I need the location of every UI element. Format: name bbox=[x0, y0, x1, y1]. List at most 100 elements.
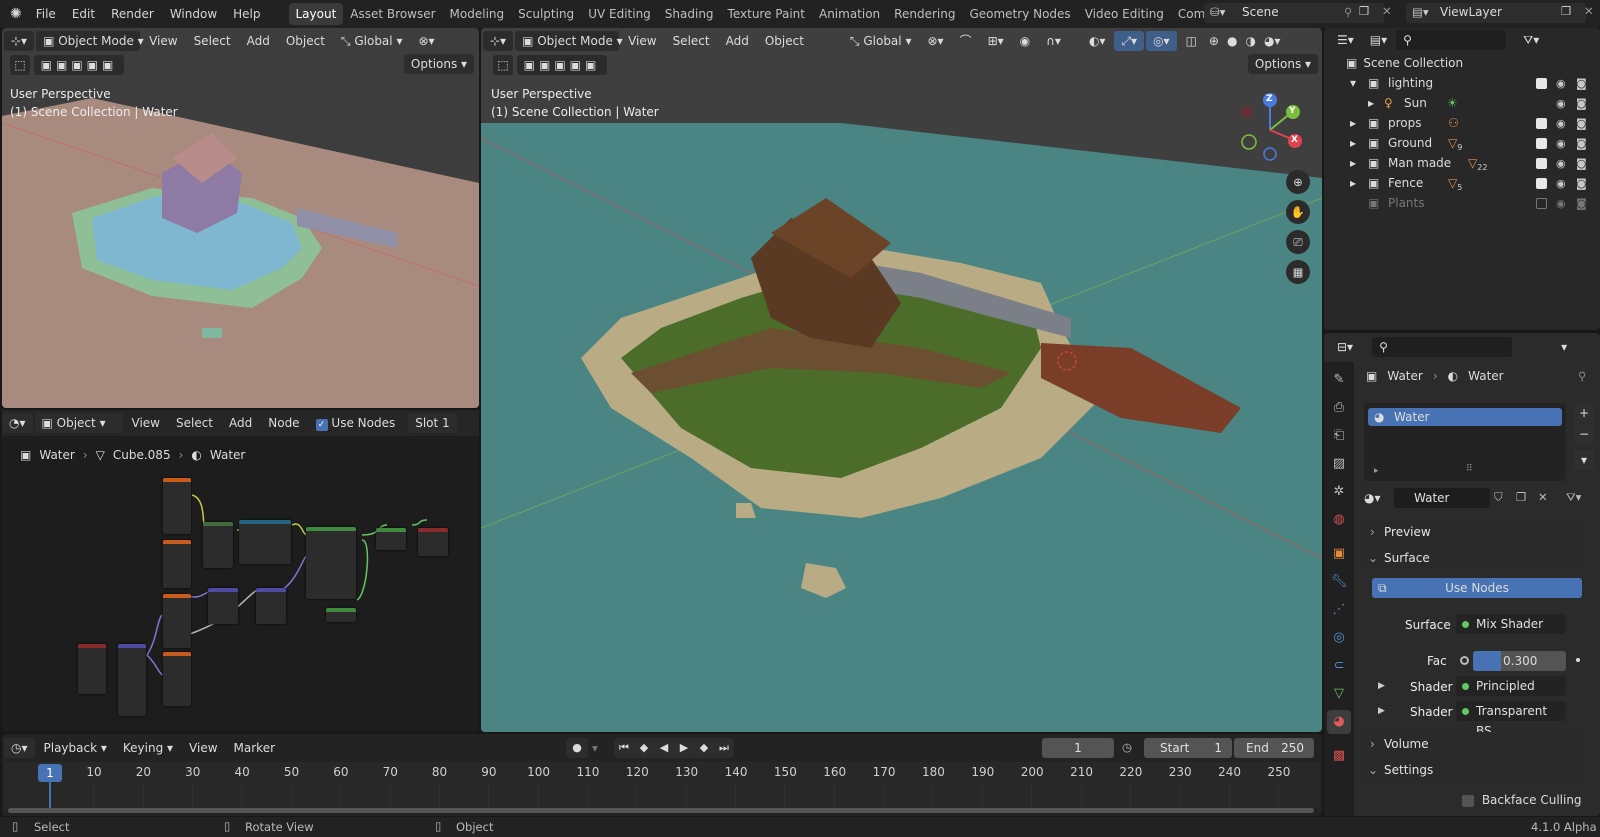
node-menu-add[interactable]: Add bbox=[222, 413, 259, 433]
scene-tab-icon[interactable]: ✲ bbox=[1327, 480, 1351, 504]
outliner-item-man-made[interactable]: ▸ ▣ Man made ▽ 22 ◉ ◙ bbox=[1350, 152, 1590, 174]
section-surface[interactable]: ⌄ Surface bbox=[1360, 546, 1582, 570]
node-transparent[interactable] bbox=[326, 608, 356, 622]
left-menu-object[interactable]: Object bbox=[279, 31, 332, 51]
pan-hand-icon[interactable]: ✋ bbox=[1286, 200, 1310, 224]
exclude-checkbox[interactable] bbox=[1536, 177, 1547, 189]
tab-sculpting[interactable]: Sculpting bbox=[511, 3, 581, 25]
main-menu-view[interactable]: View bbox=[621, 31, 663, 51]
main-options-dropdown[interactable]: Options ▾ bbox=[1248, 54, 1318, 74]
remove-slot-button[interactable]: − bbox=[1574, 424, 1594, 444]
left-menu-select[interactable]: Select bbox=[187, 31, 238, 51]
node-mix-shader[interactable] bbox=[376, 528, 406, 550]
play-reverse-icon[interactable]: ◀ bbox=[654, 738, 674, 758]
jump-start-icon[interactable]: ⏮ bbox=[614, 738, 634, 758]
eye-icon[interactable]: ◉ bbox=[1556, 117, 1566, 130]
delete-view-layer-icon[interactable]: ✕ bbox=[1584, 4, 1594, 18]
tab-layout[interactable]: Layout bbox=[288, 3, 344, 25]
filter-icon[interactable]: ⛛▾ bbox=[1516, 30, 1546, 50]
blender-logo-icon[interactable]: ✺ bbox=[0, 0, 28, 28]
xray-icon[interactable]: ◫ bbox=[1179, 31, 1204, 51]
left-mode-dropdown[interactable]: ▣ Object Mode ▾ bbox=[36, 31, 144, 51]
output-tab-icon[interactable]: ⎗ bbox=[1327, 424, 1351, 448]
exclude-checkbox[interactable] bbox=[1536, 197, 1547, 209]
left-menu-view[interactable]: View bbox=[142, 31, 184, 51]
new-scene-icon[interactable]: ❐ bbox=[1359, 4, 1369, 18]
node-vector-a[interactable] bbox=[208, 588, 238, 624]
main-menu-select[interactable]: Select bbox=[666, 31, 717, 51]
auto-keying-button[interactable]: ● bbox=[566, 738, 588, 758]
snap-icon[interactable]: ⌒ bbox=[953, 31, 979, 51]
tab-shading[interactable]: Shading bbox=[658, 3, 721, 25]
breadcrumb-object[interactable]: Water bbox=[39, 448, 74, 462]
left-orientation-dropdown[interactable]: ⤡ Global ▾ bbox=[334, 31, 410, 51]
tab-geometry-nodes[interactable]: Geometry Nodes bbox=[962, 3, 1077, 25]
select-mode-new-icon[interactable]: ▣▣▣▣▣ bbox=[34, 55, 124, 75]
list-resize-handle[interactable]: ⠿ bbox=[1466, 464, 1473, 474]
modifier-tab-icon[interactable]: 🔧︎ bbox=[1327, 570, 1351, 594]
main-orientation-dropdown[interactable]: ⤡ Global ▾ bbox=[843, 31, 919, 51]
breadcrumb-material[interactable]: Water bbox=[210, 448, 245, 462]
main-menu-object[interactable]: Object bbox=[758, 31, 811, 51]
eye-icon[interactable]: ◉ bbox=[1556, 197, 1566, 210]
shading-solid-icon[interactable]: ● bbox=[1224, 31, 1240, 51]
node-geometry-a[interactable] bbox=[78, 644, 106, 694]
eye-icon[interactable]: ◉ bbox=[1556, 77, 1566, 90]
node-principled[interactable] bbox=[306, 527, 356, 599]
visibility-icon[interactable]: ◐▾ bbox=[1082, 31, 1113, 51]
jump-end-icon[interactable]: ⏭ bbox=[714, 738, 734, 758]
node-math[interactable] bbox=[239, 520, 291, 564]
node-mapping[interactable] bbox=[163, 540, 191, 588]
shader1-field[interactable]: Principled BSDF bbox=[1456, 676, 1566, 713]
menu-window[interactable]: Window bbox=[162, 0, 225, 28]
camera-icon[interactable]: ◙ bbox=[1576, 137, 1587, 150]
shading-rendered-icon[interactable]: ◕▾ bbox=[1261, 31, 1284, 51]
view-layer-tab-icon[interactable]: ▨ bbox=[1327, 452, 1351, 476]
material-name-field[interactable]: Water bbox=[1394, 488, 1490, 508]
shading-material-icon[interactable]: ◑ bbox=[1242, 31, 1258, 51]
constraints-tab-icon[interactable]: ⊂ bbox=[1327, 654, 1351, 678]
main-mode-dropdown[interactable]: ▣ Object Mode ▾ bbox=[515, 31, 623, 51]
gizmo-toggle-icon[interactable]: ⤢▾ bbox=[1114, 31, 1145, 51]
fake-user-icon[interactable]: ⛉ bbox=[1494, 490, 1503, 505]
node-noise-a[interactable] bbox=[163, 594, 191, 648]
node-texcoord[interactable] bbox=[163, 478, 191, 534]
timeline-type-icon[interactable]: ◷▾ bbox=[4, 738, 35, 758]
menu-help[interactable]: Help bbox=[225, 0, 268, 28]
eye-icon[interactable]: ◉ bbox=[1556, 157, 1566, 170]
camera-icon[interactable]: ◙ bbox=[1576, 197, 1587, 210]
slot-specials-button[interactable]: ▾ bbox=[1574, 450, 1594, 470]
overlay-toggle-icon[interactable]: ◎▾ bbox=[1146, 31, 1177, 51]
node-type-dropdown[interactable]: ▣ Object ▾ bbox=[34, 413, 123, 433]
outliner-item-plants[interactable]: ▣ Plants ◉ ◙ bbox=[1350, 192, 1590, 214]
eye-icon[interactable]: ◉ bbox=[1556, 137, 1566, 150]
tab-asset-browser[interactable]: Asset Browser bbox=[343, 3, 442, 25]
new-view-layer-icon[interactable]: ❐ bbox=[1561, 4, 1571, 18]
menu-file[interactable]: File bbox=[28, 0, 64, 28]
display-mode-icon[interactable]: ▤▾ bbox=[1363, 30, 1394, 50]
jump-keyframe-back-icon[interactable]: ◆ bbox=[634, 738, 654, 758]
shading-wireframe-icon[interactable]: ⊕ bbox=[1206, 31, 1222, 51]
camera-icon[interactable]: ◙ bbox=[1576, 97, 1587, 110]
fac-slider[interactable]: 0.300 bbox=[1473, 651, 1566, 671]
section-settings[interactable]: ⌄ Settings bbox=[1360, 758, 1582, 782]
shader1-expand-icon[interactable]: ▶ bbox=[1378, 681, 1385, 691]
node-noise-b[interactable] bbox=[163, 652, 191, 706]
shader2-expand-icon[interactable]: ▶ bbox=[1378, 706, 1385, 716]
tab-video-editing[interactable]: Video Editing bbox=[1078, 3, 1171, 25]
use-nodes-button[interactable]: ⧉ Use Nodes bbox=[1372, 578, 1582, 598]
keying-menu[interactable]: Keying ▾ bbox=[116, 738, 180, 758]
render-tab-icon[interactable]: ⎙ bbox=[1327, 396, 1351, 420]
playback-menu[interactable]: Playback ▾ bbox=[37, 738, 114, 758]
physics-tab-icon[interactable]: ◎ bbox=[1327, 626, 1351, 650]
properties-options-icon[interactable]: ▾ bbox=[1554, 337, 1574, 357]
particles-tab-icon[interactable]: ⋰ bbox=[1327, 598, 1351, 622]
left-menu-add[interactable]: Add bbox=[240, 31, 277, 51]
breadcrumb-mesh[interactable]: Cube.085 bbox=[113, 448, 171, 462]
outliner-item-fence[interactable]: ▸ ▣ Fence ▽ 5 ◉ ◙ bbox=[1350, 172, 1590, 194]
world-tab-icon[interactable]: ◍ bbox=[1327, 508, 1351, 532]
outliner-item-props[interactable]: ▸ ▣ props ⚇ ◉ ◙ bbox=[1350, 112, 1590, 134]
outliner-type-icon[interactable]: ☰▾ bbox=[1330, 30, 1361, 50]
main-viewport[interactable] bbox=[481, 28, 1322, 732]
ortho-grid-icon[interactable]: ▦ bbox=[1286, 260, 1310, 284]
